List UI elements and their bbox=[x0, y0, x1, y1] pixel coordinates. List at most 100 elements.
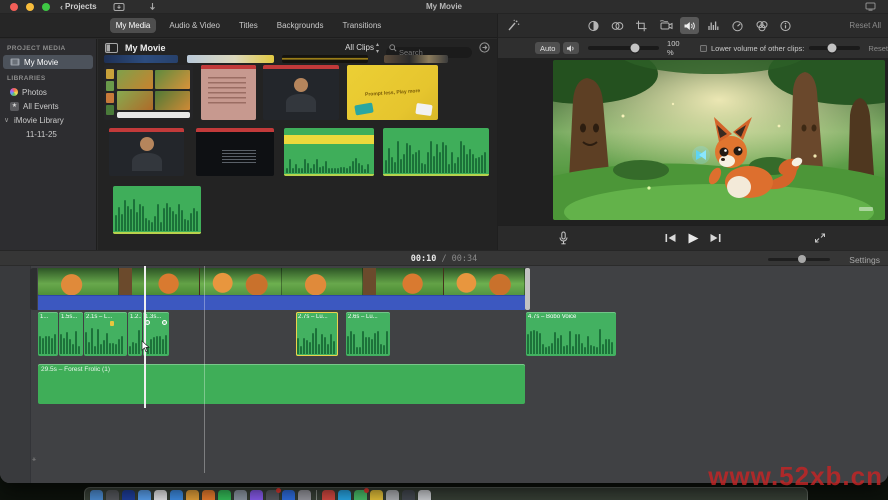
clip-thumbnail-screen-recording[interactable] bbox=[196, 128, 274, 176]
dock-icon[interactable] bbox=[418, 490, 431, 500]
audio-clip[interactable]: 1.2... bbox=[128, 312, 142, 356]
dock-icon[interactable] bbox=[370, 490, 383, 500]
audio-clip[interactable]: 2.1s – L... bbox=[84, 312, 127, 356]
audio-clip[interactable]: 2.7s – Lu... bbox=[296, 312, 338, 356]
clip-thumbnail-notes-doc[interactable] bbox=[201, 65, 256, 120]
clip-thumbnail-partial[interactable] bbox=[104, 55, 178, 63]
dock-icon[interactable] bbox=[202, 490, 215, 500]
playhead[interactable] bbox=[144, 266, 146, 408]
clip-thumbnail-partial[interactable] bbox=[282, 55, 368, 63]
dock-icon[interactable] bbox=[386, 490, 399, 500]
dock-icon[interactable] bbox=[122, 490, 135, 500]
play-button[interactable] bbox=[686, 232, 701, 245]
close-button[interactable] bbox=[10, 2, 18, 11]
audio-clip[interactable]: 4.7s – Bobo Voice bbox=[526, 312, 616, 356]
audio-clip[interactable]: 1... bbox=[38, 312, 58, 356]
video-audio-band[interactable] bbox=[38, 295, 525, 310]
video-filmstrip[interactable] bbox=[38, 268, 525, 295]
clip-thumbnail-presenter[interactable] bbox=[263, 65, 339, 120]
audio-clip[interactable]: 1.5s... bbox=[59, 312, 83, 356]
next-frame-button[interactable] bbox=[710, 233, 722, 243]
filmstrip-frame[interactable] bbox=[38, 268, 120, 295]
volume-reset-button[interactable]: Reset bbox=[868, 44, 888, 53]
fullscreen-icon[interactable] bbox=[814, 232, 826, 244]
filmstrip-frame[interactable] bbox=[362, 268, 444, 295]
mute-button[interactable] bbox=[563, 42, 579, 54]
dock-icon[interactable] bbox=[218, 490, 231, 500]
dock-icon[interactable] bbox=[154, 490, 167, 500]
clip-thumbnail-audio[interactable] bbox=[113, 186, 201, 234]
display-icon[interactable] bbox=[865, 2, 876, 11]
stabilization-icon[interactable] bbox=[656, 17, 675, 34]
clip-thumbnail-presenter[interactable] bbox=[109, 128, 184, 176]
timeline-zoom-slider[interactable] bbox=[768, 255, 830, 264]
microphone-icon[interactable] bbox=[558, 231, 569, 246]
clip-thumbnail-audio[interactable] bbox=[284, 128, 374, 176]
clip-start-handle[interactable] bbox=[30, 268, 37, 310]
clip-trim-handle[interactable] bbox=[525, 268, 530, 310]
dock-icon[interactable] bbox=[170, 490, 183, 500]
color-balance-icon[interactable] bbox=[584, 17, 603, 34]
sidebar-item-all-events[interactable]: ★ All Events bbox=[0, 99, 96, 113]
noise-reduction-icon[interactable] bbox=[704, 17, 723, 34]
clip-info-icon[interactable] bbox=[776, 17, 795, 34]
clip-thumbnail-yellow-slide[interactable]: Prompt less, Play more bbox=[347, 65, 438, 120]
tab-titles[interactable]: Titles bbox=[233, 18, 264, 33]
volume-slider[interactable] bbox=[587, 43, 660, 53]
all-clips-dropdown[interactable]: All Clips ▴ ▾ bbox=[345, 41, 379, 55]
dock-icon[interactable] bbox=[354, 488, 369, 500]
dock-icon[interactable] bbox=[282, 490, 295, 500]
audio-clip[interactable]: 2.6s – Lu... bbox=[346, 312, 390, 356]
sidebar-toggle-icon[interactable] bbox=[105, 42, 118, 53]
enhance-wand-icon[interactable] bbox=[506, 19, 520, 32]
back-to-projects-button[interactable]: ‹ Projects bbox=[60, 2, 97, 12]
clip-thumbnail-fox-gallery[interactable] bbox=[104, 65, 193, 120]
preview-video-frame[interactable] bbox=[553, 60, 885, 220]
dock-icon[interactable] bbox=[234, 490, 247, 500]
tab-backgrounds[interactable]: Backgrounds bbox=[271, 18, 330, 33]
sidebar-item-photos[interactable]: Photos bbox=[0, 85, 96, 99]
dock-icon[interactable] bbox=[90, 490, 103, 500]
music-clip[interactable]: 29.5s – Forest Frolic (1) bbox=[38, 364, 525, 404]
sidebar-item-imovie-library[interactable]: ∨ iMovie Library bbox=[0, 113, 96, 127]
dock-icon[interactable] bbox=[186, 490, 199, 500]
lower-volume-checkbox[interactable] bbox=[700, 44, 707, 52]
tab-transitions[interactable]: Transitions bbox=[336, 18, 387, 33]
zoom-button[interactable] bbox=[42, 2, 50, 11]
dock-icon[interactable] bbox=[322, 490, 335, 500]
import-media-icon[interactable] bbox=[113, 2, 126, 12]
crop-icon[interactable] bbox=[632, 17, 651, 34]
tab-audio-video[interactable]: Audio & Video bbox=[163, 18, 226, 33]
filmstrip-frame[interactable] bbox=[119, 268, 201, 295]
dock-icon[interactable] bbox=[402, 490, 415, 500]
clip-thumbnail-audio[interactable] bbox=[383, 128, 489, 176]
dock-icon[interactable] bbox=[266, 488, 281, 500]
search-field[interactable] bbox=[386, 42, 472, 58]
previous-frame-button[interactable] bbox=[665, 233, 677, 243]
timeline[interactable]: 1... 1.5s... 2.1s – L... 1.2... 1.3s... 2.7s … bbox=[0, 266, 888, 483]
dock-icon[interactable] bbox=[138, 490, 151, 500]
tab-my-media[interactable]: My Media bbox=[109, 18, 157, 33]
auto-volume-button[interactable]: Auto bbox=[535, 42, 561, 54]
clip-thumbnail-partial[interactable] bbox=[187, 55, 274, 63]
volume-icon[interactable] bbox=[680, 17, 699, 34]
sidebar-item-event-date[interactable]: 11-11-25 bbox=[0, 127, 96, 141]
share-download-icon[interactable] bbox=[148, 2, 157, 12]
lower-volume-slider[interactable] bbox=[809, 43, 861, 53]
sidebar-item-my-movie[interactable]: My Movie bbox=[3, 55, 93, 69]
timeline-settings-button[interactable]: Settings bbox=[849, 255, 880, 265]
clip-appearance-icon[interactable] bbox=[479, 42, 490, 53]
volume-slider-knob[interactable] bbox=[630, 43, 640, 53]
dock-icon[interactable] bbox=[106, 490, 119, 500]
fade-handle[interactable] bbox=[162, 320, 167, 325]
chevron-down-icon[interactable]: ∨ bbox=[4, 116, 10, 124]
filmstrip-frame[interactable] bbox=[443, 268, 525, 295]
zoom-knob[interactable] bbox=[798, 255, 807, 264]
filmstrip-frame[interactable] bbox=[200, 268, 282, 295]
dock-icon[interactable] bbox=[338, 490, 351, 500]
lower-volume-knob[interactable] bbox=[827, 43, 837, 53]
dock-icon[interactable] bbox=[250, 490, 263, 500]
speed-icon[interactable] bbox=[728, 17, 747, 34]
color-correction-icon[interactable] bbox=[608, 17, 627, 34]
clip-filter-icon[interactable] bbox=[752, 17, 771, 34]
